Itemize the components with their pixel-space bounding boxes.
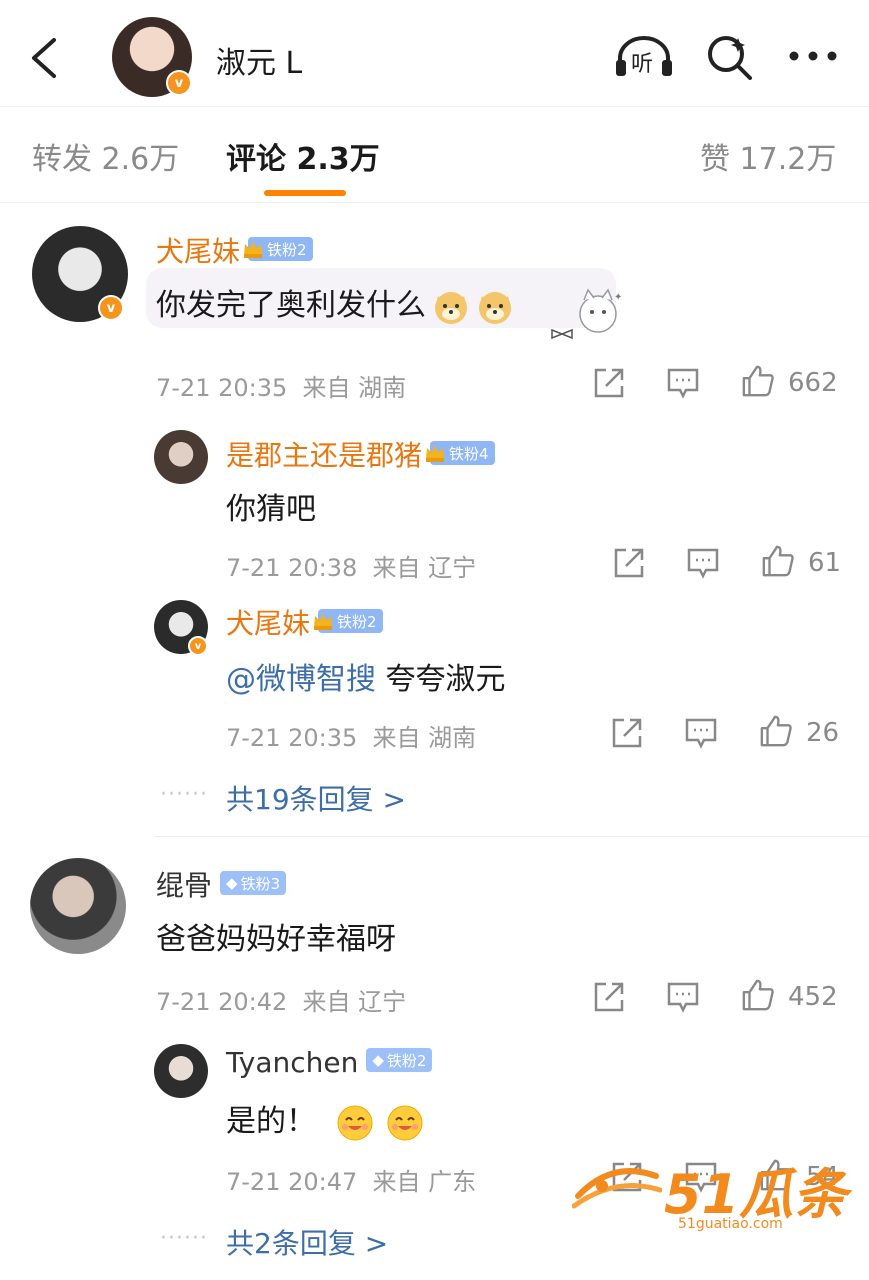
fan-badge: ◆ 铁粉3 [220,871,287,895]
share-icon[interactable] [610,716,644,750]
watermark: 51瓜条 51guatiao.com [572,1150,852,1232]
search-icon[interactable] [704,32,754,82]
like-icon[interactable] [740,364,776,398]
verified-badge-icon: v [166,70,192,96]
like-icon[interactable] [758,714,794,748]
replies-dots: ······ [160,1226,208,1251]
watermark-logo-icon [572,1168,662,1209]
comment-meta: 7-21 20:42 来自 辽宁 [156,988,407,1016]
crown-icon [312,611,334,631]
tab-reposts[interactable]: 转发 2.6万 [32,134,179,178]
reply-icon[interactable] [666,980,700,1014]
reply-username[interactable]: 犬尾妹 铁粉2 [226,602,383,642]
tab-comments[interactable]: 评论 2.3万 [226,134,380,178]
reply-text: 是的！ [226,1096,424,1142]
like-count: 452 [788,982,838,1012]
like-count: 662 [788,368,838,398]
comment-separator [154,836,869,837]
cat-sticker-icon: ✦ [551,288,622,340]
share-icon[interactable] [592,366,626,400]
verified-badge-icon: v [98,295,124,321]
tab-likes[interactable]: 赞 17.2万 [700,134,836,178]
share-icon[interactable] [612,546,646,580]
username-text: 犬尾妹 [156,235,241,268]
reply-text: @微博智搜 夸夸淑元 [226,662,506,697]
view-replies-link[interactable]: 共19条回复 > [226,778,406,818]
diamond-icon: ◆ [226,874,238,892]
avatar[interactable] [30,858,126,954]
more-icon[interactable] [788,48,838,64]
reply-icon[interactable] [666,366,700,400]
mention-link[interactable]: @微博智搜 [226,662,376,697]
view-replies-link[interactable]: 共2条回复 > [226,1222,388,1262]
header-divider [0,106,869,107]
svg-text:✦: ✦ [614,292,622,303]
comment-username[interactable]: 犬尾妹 铁粉2 [156,230,313,270]
listen-label: 听 [631,52,654,77]
comment-meta: 7-21 20:35 来自 湖南 [156,374,407,402]
fan-badge: 铁粉2 [244,237,313,261]
like-icon[interactable] [740,978,776,1012]
crown-icon [424,443,446,463]
username-text: 犬尾妹 [226,607,311,640]
back-arrow-icon[interactable] [26,36,66,80]
reply-icon[interactable] [684,716,718,750]
active-tab-indicator [264,190,346,196]
tabs-divider [0,202,869,203]
reply-username[interactable]: 是郡主还是郡猪 铁粉4 [226,434,495,474]
reply-username[interactable]: Tyanchen ◆ 铁粉2 [226,1046,433,1079]
listen-headphones-icon[interactable]: 听 [614,34,674,78]
username-text: Tyanchen [226,1046,359,1079]
comment-username[interactable]: 绲骨 ◆ 铁粉3 [156,864,287,904]
replies-dots: ······ [160,782,208,807]
reply-meta: 7-21 20:38 来自 辽宁 [226,554,477,582]
avatar[interactable] [154,430,208,484]
like-icon[interactable] [760,544,796,578]
page-title: 淑元 L [216,46,303,81]
watermark-url: 51guatiao.com [678,1216,783,1232]
reply-meta: 7-21 20:47 来自 广东 [226,1168,477,1196]
doge-emoji-icon [476,288,514,326]
like-count: 26 [806,718,840,748]
diamond-icon: ◆ [372,1051,384,1069]
fan-badge: 铁粉2 [314,609,383,633]
crown-icon [242,239,264,259]
reply-icon[interactable] [686,546,720,580]
comment-text: 你发完了奥利发什么 [156,280,514,326]
reply-text: 你猜吧 [226,492,316,527]
avatar[interactable] [154,1044,208,1098]
fan-badge: 铁粉4 [426,441,495,465]
smile-emoji-icon [336,1104,374,1142]
comment-text: 爸爸妈妈好幸福呀 [156,922,396,957]
share-icon[interactable] [592,980,626,1014]
fan-badge: ◆ 铁粉2 [366,1048,433,1072]
smile-emoji-icon [386,1104,424,1142]
verified-badge-icon: v [188,636,208,656]
username-text: 绲骨 [156,869,213,902]
like-count: 61 [808,548,842,578]
doge-emoji-icon [432,288,470,326]
username-text: 是郡主还是郡猪 [226,439,423,472]
reply-meta: 7-21 20:35 来自 湖南 [226,724,477,752]
